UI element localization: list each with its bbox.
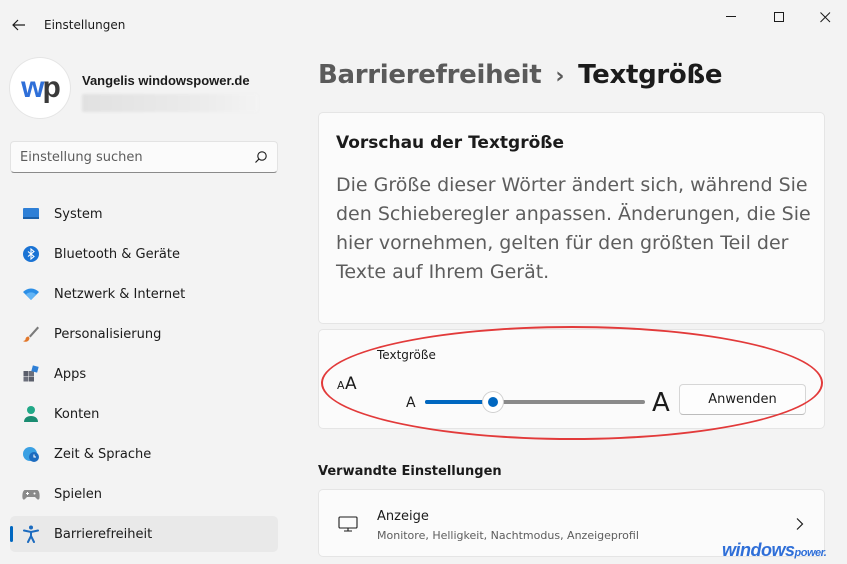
search-icon[interactable] [254, 150, 268, 164]
sidebar-item-network[interactable]: Netzwerk & Internet [10, 276, 278, 312]
accessibility-icon [23, 525, 39, 543]
back-button[interactable] [6, 12, 32, 38]
display-title: Anzeige [377, 509, 429, 524]
search-box [10, 141, 278, 173]
profile-email-blurred [82, 94, 258, 112]
apply-button[interactable]: Anwenden [679, 384, 806, 415]
slider-max-glyph: A [652, 388, 670, 418]
sidebar-item-system[interactable]: System [10, 196, 278, 232]
slider-thumb[interactable] [483, 392, 504, 412]
monitor-icon [23, 208, 39, 219]
watermark-suffix: power. [794, 547, 827, 559]
wifi-icon [23, 288, 39, 300]
maximize-button[interactable] [756, 0, 802, 34]
sidebar-item-label: Spielen [54, 487, 102, 502]
related-settings-heading: Verwandte Einstellungen [318, 464, 502, 479]
page-title: Textgröße [578, 60, 723, 90]
watermark-main: windows [722, 540, 795, 560]
sidebar-item-label: Zeit & Sprache [54, 447, 152, 462]
close-button[interactable] [802, 0, 847, 34]
watermark-logo: windowspower. [722, 540, 827, 561]
sidebar-item-personalization[interactable]: Personalisierung [10, 316, 278, 352]
sidebar-item-label: Personalisierung [54, 327, 162, 342]
apps-icon [23, 365, 39, 382]
brush-icon [23, 326, 39, 342]
breadcrumb-parent[interactable]: Barrierefreiheit [318, 60, 542, 90]
text-size-label: Textgröße [377, 348, 436, 362]
sidebar-item-apps[interactable]: Apps [10, 356, 278, 392]
sidebar-nav: System Bluetooth & Geräte Netzwerk & Int… [10, 196, 278, 556]
sidebar-item-accounts[interactable]: Konten [10, 396, 278, 432]
text-size-slider[interactable] [425, 392, 645, 412]
minimize-icon [725, 16, 736, 17]
sidebar-item-time-language[interactable]: Zeit & Sprache [10, 436, 278, 472]
svg-text:A: A [337, 379, 345, 392]
close-icon [819, 11, 830, 22]
gamepad-icon [22, 490, 40, 500]
sidebar-item-label: Bluetooth & Geräte [54, 247, 180, 262]
bluetooth-icon [23, 246, 39, 262]
display-subtitle: Monitore, Helligkeit, Nachtmodus, Anzeig… [377, 529, 639, 542]
sidebar-item-label: Netzwerk & Internet [54, 287, 186, 302]
maximize-icon [773, 11, 784, 22]
sidebar-item-label: System [54, 207, 103, 222]
person-icon [24, 406, 38, 422]
preview-text: Die Größe dieser Wörter ändert sich, wäh… [336, 174, 811, 283]
monitor-icon [338, 516, 358, 532]
breadcrumb-separator: › [555, 64, 565, 89]
arrow-left-icon [12, 19, 25, 31]
globe-clock-icon [23, 447, 39, 462]
chevron-right-icon [796, 518, 804, 530]
title-bar: Einstellungen [0, 0, 847, 50]
app-title: Einstellungen [44, 18, 126, 32]
sidebar-item-accessibility[interactable]: Barrierefreiheit [10, 516, 278, 552]
svg-text:A: A [345, 374, 357, 392]
breadcrumb: Barrierefreiheit › Textgröße [318, 60, 723, 90]
text-size-preview-card: Vorschau der Textgröße Die Größe dieser … [318, 112, 825, 324]
sidebar-item-label: Konten [54, 407, 100, 422]
slider-min-glyph: A [406, 395, 416, 411]
sidebar-item-label: Apps [54, 367, 87, 382]
text-size-icon: A A [337, 374, 357, 392]
preview-title: Vorschau der Textgröße [336, 133, 565, 153]
user-profile[interactable]: wp Vangelis windowspower.de [10, 58, 280, 118]
minimize-button[interactable] [708, 0, 754, 34]
sidebar-item-bluetooth[interactable]: Bluetooth & Geräte [10, 236, 278, 272]
profile-name: Vangelis windowspower.de [82, 73, 250, 88]
search-input[interactable] [20, 148, 240, 166]
avatar: wp [10, 58, 70, 118]
text-size-card: A A Textgröße A A Anwenden [318, 329, 825, 429]
sidebar-item-gaming[interactable]: Spielen [10, 476, 278, 512]
sidebar-item-label: Barrierefreiheit [54, 527, 153, 542]
